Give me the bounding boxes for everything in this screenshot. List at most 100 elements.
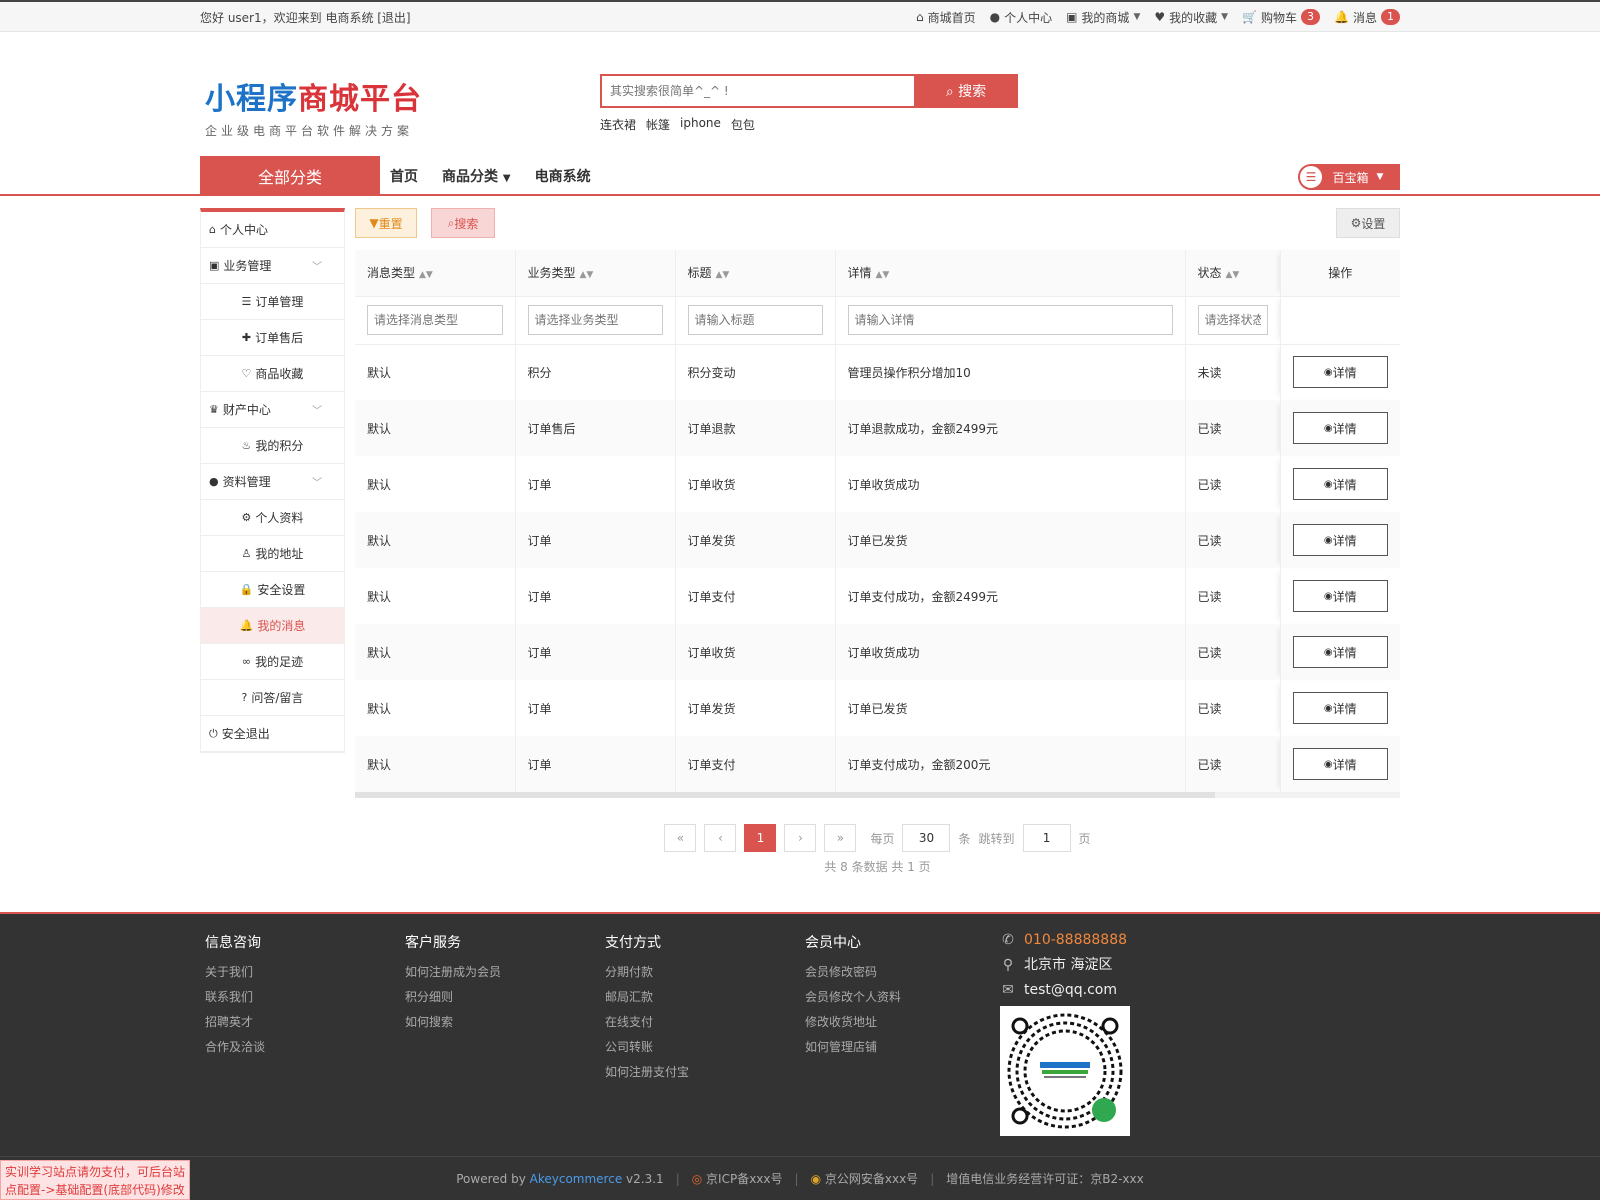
detail-button[interactable]: ◉ 详情 bbox=[1292, 356, 1388, 389]
prev-page-button[interactable]: ‹ bbox=[704, 824, 737, 852]
sidebar-item-footprint[interactable]: ∞ 我的足迹 bbox=[201, 644, 344, 680]
title-filter[interactable] bbox=[687, 305, 823, 335]
footer-column-title: 支付方式 bbox=[605, 935, 661, 951]
sidebar-item-qa[interactable]: ? 问答/留言 bbox=[201, 680, 344, 716]
pagination: « ‹ 1 › » 每页 条 跳转到 页 bbox=[355, 824, 1400, 852]
column-header-message-type[interactable]: 消息类型 ▲▼ bbox=[355, 250, 516, 296]
welcome-text[interactable]: 您好 user1，欢迎来到 电商系统 [退出] bbox=[200, 9, 411, 26]
message-type-filter[interactable] bbox=[367, 305, 503, 335]
footer-link[interactable]: 会员修改个人资料 bbox=[805, 985, 985, 1010]
top-link-favorites[interactable]: ♥ 我的收藏 ▼ bbox=[1154, 9, 1228, 26]
footer-link[interactable]: 如何搜索 bbox=[405, 1010, 585, 1035]
horizontal-scrollbar[interactable] bbox=[355, 792, 1400, 798]
footer-link[interactable]: 邮局汇款 bbox=[605, 985, 785, 1010]
filter-search-button[interactable]: ⌕ 搜索 bbox=[431, 208, 495, 238]
current-page-button[interactable]: 1 bbox=[744, 824, 777, 852]
nav-link-category[interactable]: 商品分类 ▼ bbox=[442, 166, 511, 186]
status-filter[interactable] bbox=[1197, 305, 1268, 335]
column-header-status[interactable]: 状态 ▲▼ bbox=[1185, 250, 1281, 296]
top-link-my-mall[interactable]: ▣ 我的商城 ▼ bbox=[1066, 9, 1140, 26]
search-button[interactable]: ⌕ 搜索 bbox=[914, 74, 1018, 108]
sidebar-item-points[interactable]: ♨ 我的积分 bbox=[201, 428, 344, 464]
footprint-icon: ∞ bbox=[241, 655, 252, 668]
detail-button[interactable]: ◉ 详情 bbox=[1292, 468, 1388, 500]
cell-business-type: 订单 bbox=[515, 456, 676, 512]
footer-link[interactable]: 修改收货地址 bbox=[805, 1010, 985, 1035]
pin-icon: ♙ bbox=[241, 547, 252, 560]
hot-keyword[interactable]: 帐篷 bbox=[646, 116, 670, 133]
per-page-input[interactable] bbox=[902, 824, 951, 852]
treasure-box-button[interactable]: ☰ 百宝箱 ▼ bbox=[1298, 164, 1400, 190]
sidebar-item-assets[interactable]: ♛ 财产中心 ﹀ bbox=[201, 392, 344, 428]
footer-link[interactable]: 分期付款 bbox=[605, 960, 785, 985]
logo-text-red: 商城平台 bbox=[298, 82, 422, 117]
column-header-business-type[interactable]: 业务类型 ▲▼ bbox=[515, 250, 676, 296]
settings-button[interactable]: ⚙ 设置 bbox=[1336, 208, 1400, 238]
footer-link[interactable]: 联系我们 bbox=[205, 985, 385, 1010]
top-link-messages[interactable]: 🔔 消息 1 bbox=[1334, 9, 1400, 26]
footer-link[interactable]: 如何注册成为会员 bbox=[405, 960, 585, 985]
hot-keyword[interactable]: 包包 bbox=[731, 116, 755, 133]
footer-link[interactable]: 公司转账 bbox=[605, 1035, 785, 1060]
footer-link[interactable]: 在线支付 bbox=[605, 1010, 785, 1035]
search-input[interactable] bbox=[600, 74, 914, 108]
user-icon: ● bbox=[209, 475, 219, 488]
reset-button[interactable]: ▼ 重置 bbox=[355, 208, 417, 238]
sidebar-item-personal-info[interactable]: ⚙ 个人资料 bbox=[201, 500, 344, 536]
last-page-button[interactable]: » bbox=[824, 824, 857, 852]
detail-button[interactable]: ◉ 详情 bbox=[1292, 412, 1388, 444]
license-text[interactable]: 增值电信业务经营许可证：京B2-xxx bbox=[946, 1170, 1144, 1187]
sidebar-item-aftersale[interactable]: ✚ 订单售后 bbox=[201, 320, 344, 356]
message-table: 消息类型 ▲▼ 业务类型 ▲▼ 标题 ▲▼ 详情 ▲▼ 状态 ▲▼ 操作 请选择… bbox=[355, 250, 1400, 792]
footer-link[interactable]: 积分细则 bbox=[405, 985, 585, 1010]
next-page-button[interactable]: › bbox=[784, 824, 817, 852]
jump-page-input[interactable] bbox=[1022, 824, 1071, 852]
sidebar-item-user-center[interactable]: ⌂ 个人中心 bbox=[201, 212, 344, 248]
detail-button[interactable]: ◉ 详情 bbox=[1292, 580, 1388, 612]
footer-link[interactable]: 合作及洽谈 bbox=[205, 1035, 385, 1060]
all-category-button[interactable]: 全部分类 bbox=[200, 156, 380, 196]
business-type-filter[interactable] bbox=[527, 305, 663, 335]
sidebar-item-messages[interactable]: 🔔 我的消息 bbox=[201, 608, 344, 644]
first-page-button[interactable]: « bbox=[664, 824, 697, 852]
nav-link-ecommerce[interactable]: 电商系统 bbox=[535, 166, 591, 186]
column-header-detail[interactable]: 详情 ▲▼ bbox=[835, 250, 1186, 296]
sidebar-item-business[interactable]: ▣ 业务管理 ﹀ bbox=[201, 248, 344, 284]
footer-link[interactable]: 关于我们 bbox=[205, 960, 385, 985]
footer-link[interactable]: 会员修改密码 bbox=[805, 960, 985, 985]
icp-link[interactable]: ◎ 京ICP备xxx号 bbox=[692, 1170, 783, 1187]
police-badge-icon: ◉ bbox=[810, 1172, 822, 1186]
detail-filter[interactable] bbox=[847, 305, 1173, 335]
detail-button[interactable]: ◉ 详情 bbox=[1292, 748, 1388, 780]
sort-icon: ▲▼ bbox=[419, 270, 433, 281]
hot-keyword[interactable]: iphone bbox=[680, 116, 721, 133]
sidebar-item-orders[interactable]: ☰ 订单管理 bbox=[201, 284, 344, 320]
cell-business-type: 订单售后 bbox=[515, 400, 676, 456]
sidebar-item-logout[interactable]: ⏻ 安全退出 bbox=[201, 716, 344, 752]
sidebar-item-favorites[interactable]: ♡ 商品收藏 bbox=[201, 356, 344, 392]
powered-brand-link[interactable]: Akeycommerce bbox=[530, 1172, 623, 1186]
nav-link-home[interactable]: 首页 bbox=[390, 166, 418, 186]
footer-link[interactable]: 如何管理店铺 bbox=[805, 1035, 985, 1060]
top-link-home[interactable]: ⌂ 商城首页 bbox=[916, 9, 976, 26]
detail-button[interactable]: ◉ 详情 bbox=[1292, 692, 1388, 724]
sidebar-item-security[interactable]: 🔒 安全设置 bbox=[201, 572, 344, 608]
site-logo[interactable]: 小程序商城平台 企业级电商平台软件解决方案 bbox=[205, 74, 422, 139]
top-link-cart[interactable]: 🛒 购物车 3 bbox=[1242, 9, 1321, 26]
detail-button[interactable]: ◉ 详情 bbox=[1292, 636, 1388, 668]
footer-link[interactable]: 如何注册支付宝 bbox=[605, 1060, 785, 1085]
sidebar-item-address[interactable]: ♙ 我的地址 bbox=[201, 536, 344, 572]
powered-prefix: Powered by bbox=[456, 1171, 526, 1186]
mini-program-qr-code bbox=[1000, 1006, 1130, 1136]
column-header-title[interactable]: 标题 ▲▼ bbox=[675, 250, 836, 296]
cell-message-type: 默认 bbox=[355, 400, 516, 456]
scrollbar-thumb[interactable] bbox=[355, 792, 1215, 798]
detail-button[interactable]: ◉ 详情 bbox=[1292, 524, 1388, 556]
police-link[interactable]: ◉ 京公网安备xxx号 bbox=[811, 1170, 919, 1187]
cell-operation: ◉ 详情 bbox=[1280, 400, 1400, 456]
hot-keyword[interactable]: 连衣裙 bbox=[600, 116, 636, 133]
sidebar-item-profile-manage[interactable]: ● 资料管理 ﹀ bbox=[201, 464, 344, 500]
top-link-user-center[interactable]: ● 个人中心 bbox=[990, 9, 1053, 26]
jump-label: 跳转到 bbox=[978, 831, 1015, 846]
footer-link[interactable]: 招聘英才 bbox=[205, 1010, 385, 1035]
